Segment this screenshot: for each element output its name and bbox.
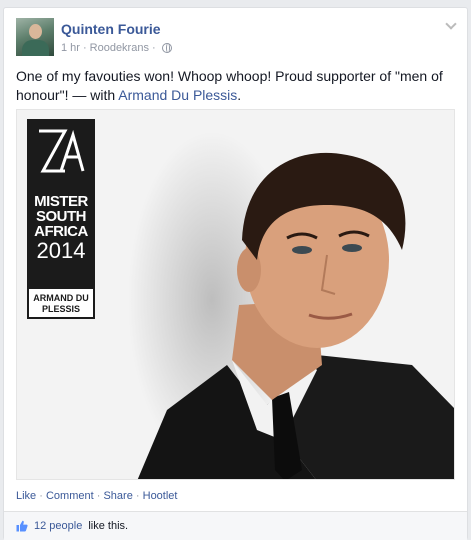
action-separator: ·: [39, 490, 43, 502]
chevron-down-icon[interactable]: [445, 18, 457, 30]
like-link[interactable]: Like: [16, 490, 36, 502]
likes-count-link[interactable]: 12 people: [34, 520, 82, 532]
post-actions: Like · Comment · Share · Hootlet: [16, 490, 177, 502]
za-logo-icon: [39, 129, 85, 173]
tagged-user-link[interactable]: Armand Du Plessis: [118, 87, 237, 103]
post-meta: 1 hr · Roodekrans ·: [61, 42, 172, 54]
post-photo[interactable]: MISTER SOUTH AFRICA 2014 ARMAND DU PLESS…: [16, 109, 455, 480]
meta-separator: ·: [82, 42, 87, 54]
comment-link[interactable]: Comment: [46, 490, 94, 502]
likes-summary: 12 people like this.: [4, 511, 467, 540]
thumbs-up-icon: [16, 520, 28, 532]
post-card: Quinten Fourie 1 hr · Roodekrans · One o…: [3, 7, 468, 540]
action-separator: ·: [135, 490, 140, 502]
badge-name: ARMAND DU PLESSIS: [27, 287, 95, 319]
author-avatar[interactable]: [16, 18, 54, 56]
post-location[interactable]: Roodekrans: [90, 42, 149, 54]
mister-sa-badge: MISTER SOUTH AFRICA 2014 ARMAND DU PLESS…: [27, 119, 95, 319]
post-text-end: .: [237, 87, 242, 103]
share-link[interactable]: Share: [103, 490, 132, 502]
post-body: One of my favouties won! Whoop whoop! Pr…: [16, 67, 456, 105]
badge-year: 2014: [36, 238, 86, 263]
action-separator: ·: [96, 490, 101, 502]
globe-icon[interactable]: [161, 43, 172, 53]
likes-suffix: like this.: [88, 520, 129, 532]
avatar-body: [22, 40, 49, 56]
meta-separator-2: ·: [151, 42, 156, 54]
avatar-head: [29, 24, 42, 39]
badge-title: MISTER SOUTH AFRICA: [34, 193, 88, 240]
hootlet-link[interactable]: Hootlet: [143, 490, 178, 502]
post-time[interactable]: 1 hr: [61, 42, 80, 54]
author-name[interactable]: Quinten Fourie: [61, 21, 161, 37]
